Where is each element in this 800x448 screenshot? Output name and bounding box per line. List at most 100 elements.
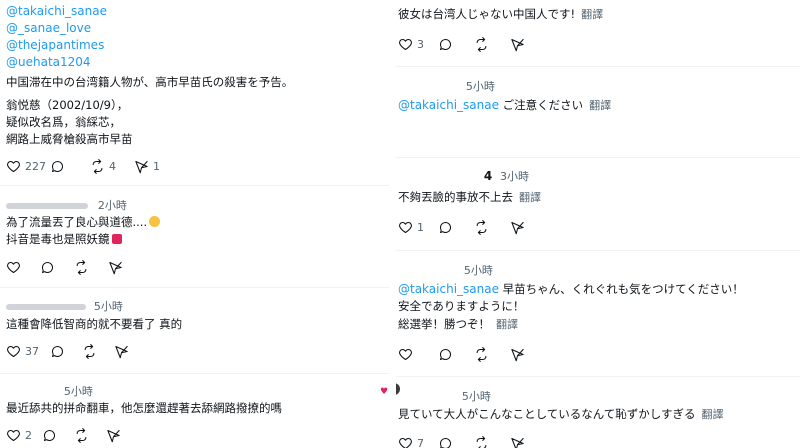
repost-button[interactable] (474, 346, 510, 362)
post-text-line: ご注意ください (502, 98, 584, 112)
reply-button[interactable] (42, 428, 74, 443)
post-text: 翁悦慈（2002/10/9）， (6, 98, 129, 112)
like-button[interactable]: 227 (6, 159, 50, 174)
username-blurred (398, 83, 458, 90)
divider (396, 376, 800, 377)
like-button[interactable]: 1 (398, 220, 438, 235)
post-text-line: 抖音是毒也是照妖鏡 (6, 232, 110, 246)
reply-button[interactable] (438, 220, 474, 235)
mention-link[interactable]: @_sanae_love (6, 20, 91, 36)
reply-button[interactable] (50, 159, 90, 174)
like-count: 1 (417, 220, 424, 234)
share-button[interactable] (510, 37, 546, 52)
like-button[interactable]: 7 (398, 436, 438, 448)
comment-icon (51, 160, 64, 172)
post-header: 5小時 (398, 262, 493, 278)
repost-button[interactable] (474, 219, 510, 235)
repost-button[interactable] (82, 343, 114, 359)
post-text-line: 早苗ちゃん、くれぐれも気をつけてください！ (502, 282, 744, 296)
divider (0, 287, 389, 288)
translate-link[interactable]: 翻譯 (702, 408, 724, 421)
username-fragment: 4 (483, 169, 493, 183)
reaction-indicator: ♥ (380, 383, 388, 397)
reply-button[interactable] (438, 347, 474, 362)
post-text: 見ていて大人がこんなことしているなんて恥ずかしすぎる 翻譯 (398, 406, 724, 423)
share-button[interactable] (106, 428, 138, 443)
mention-link[interactable]: @takaichi_sanae (398, 282, 499, 296)
right-column: 彼女は台湾人じゃない中国人です! 翻譯 3 5小時 @takaichi_sanae… (396, 0, 800, 448)
share-button[interactable] (510, 220, 546, 235)
mention-link[interactable]: @takaichi_sanae (6, 3, 107, 19)
mention-link[interactable]: @uehata1204 (6, 54, 91, 70)
comment-icon (43, 429, 56, 441)
divider (396, 157, 800, 158)
like-button[interactable]: 3 (398, 37, 438, 52)
share-button[interactable] (510, 436, 546, 448)
like-count: 2 (25, 428, 32, 442)
repost-count: 4 (109, 159, 116, 173)
divider (0, 185, 389, 186)
post-actions: 227 4 1 (6, 155, 178, 177)
repost-button[interactable] (474, 36, 510, 52)
repost-button[interactable] (74, 259, 108, 275)
divider (396, 66, 800, 67)
reply-button[interactable] (438, 436, 474, 448)
send-icon (511, 221, 524, 234)
repost-button[interactable]: 4 (90, 158, 134, 174)
post-time: 2小時 (97, 199, 127, 212)
post-text: 不夠丟臉的事放不上去 翻譯 (398, 189, 541, 206)
post-text: 抖音是毒也是照妖鏡 (6, 231, 122, 248)
post-text: 安全でありますように！ (398, 299, 525, 313)
repost-icon (476, 346, 487, 362)
repost-icon (76, 427, 87, 443)
like-button[interactable] (398, 347, 438, 362)
translate-link[interactable]: 翻譯 (496, 318, 518, 331)
share-button[interactable] (108, 260, 142, 275)
comment-icon (439, 221, 452, 233)
like-button[interactable]: 2 (6, 428, 42, 443)
translate-link[interactable]: 翻譯 (581, 8, 603, 21)
post-text: 疑似改名爲，翁綵芯， (6, 115, 121, 129)
repost-button[interactable] (74, 427, 106, 443)
send-icon (107, 429, 120, 442)
username-blurred (6, 202, 88, 209)
post-text: 為了流量丟了良心與道德.... (6, 214, 161, 231)
post-time: 5小時 (463, 264, 493, 277)
repost-button[interactable] (474, 435, 510, 448)
post-text-line: 総選挙！勝つぞ！ (398, 317, 490, 331)
reply-button[interactable] (40, 260, 74, 275)
share-button[interactable] (510, 347, 546, 362)
post-header: 5小時 (398, 78, 495, 94)
heart-icon (399, 38, 412, 50)
heart-filled-icon: ♥ (380, 387, 389, 397)
mention-link[interactable]: @thejapantimes (6, 37, 104, 53)
heart-icon (399, 437, 412, 448)
reply-button[interactable] (438, 37, 474, 52)
translate-link[interactable]: 翻譯 (519, 191, 541, 204)
share-button[interactable]: 1 (134, 159, 178, 174)
post-time: 5小時 (465, 80, 495, 93)
like-button[interactable] (6, 260, 40, 275)
post-text: 総選挙！勝つぞ！ 翻譯 (398, 316, 518, 333)
post-actions (398, 343, 546, 365)
post-time: 5小時 (461, 390, 491, 403)
post-text-line: 彼女は台湾人じゃない中国人です! (398, 7, 576, 21)
reply-button[interactable] (50, 344, 82, 359)
translate-link[interactable]: 翻譯 (589, 99, 611, 112)
share-button[interactable] (114, 344, 146, 359)
post-header: 2小時 (6, 197, 127, 213)
like-button[interactable]: 37 (6, 344, 50, 359)
heart-icon (7, 429, 20, 441)
mention-link[interactable]: @takaichi_sanae (398, 98, 499, 112)
post-text: 最近舔共的拼命翻車，他怎麼還趕著去舔網路撥撩的嗎 (6, 401, 282, 415)
send-icon (135, 160, 148, 173)
post-header: 5小時 (398, 388, 491, 404)
post-time: 5小時 (93, 300, 123, 313)
send-icon (511, 348, 524, 361)
heart-icon (7, 261, 20, 273)
comment-icon (41, 261, 54, 273)
username-blurred (6, 388, 56, 395)
post-text-line: 不夠丟臉的事放不上去 (398, 190, 513, 204)
heart-icon (399, 221, 412, 233)
comment-icon (439, 348, 452, 360)
